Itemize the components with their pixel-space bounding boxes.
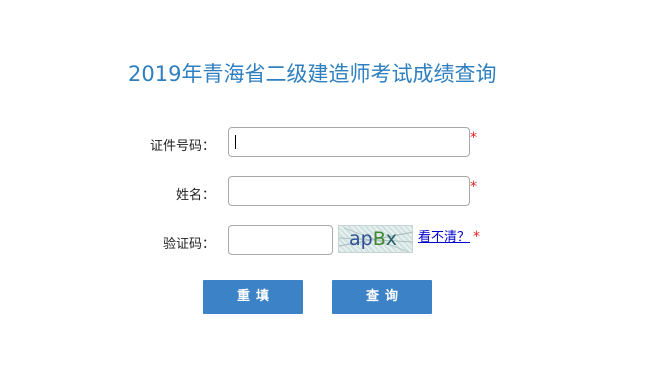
captcha-label: 验证码： <box>162 237 215 252</box>
text-caret <box>235 135 236 149</box>
refresh-captcha-link[interactable]: 看不清？ <box>418 226 470 245</box>
name-label: 姓名： <box>175 188 215 203</box>
captcha-image[interactable]: apBx <box>338 225 413 253</box>
captcha-text: apBx <box>349 228 398 250</box>
score-query-page: 2019年青海省二级建造师考试成绩查询 证件号码： * 姓名： * 验证码： a… <box>0 0 645 374</box>
id-number-required-mark: * <box>470 130 477 146</box>
name-required-mark: * <box>470 179 477 195</box>
captcha-input[interactable] <box>228 225 333 255</box>
captcha-required-mark: * <box>473 229 480 245</box>
query-button[interactable]: 查询 <box>332 280 432 314</box>
reset-button[interactable]: 重填 <box>203 280 303 314</box>
name-input[interactable] <box>228 176 470 206</box>
id-number-input[interactable] <box>228 127 470 157</box>
page-title: 2019年青海省二级建造师考试成绩查询 <box>128 62 497 86</box>
id-number-label: 证件号码： <box>149 139 215 154</box>
